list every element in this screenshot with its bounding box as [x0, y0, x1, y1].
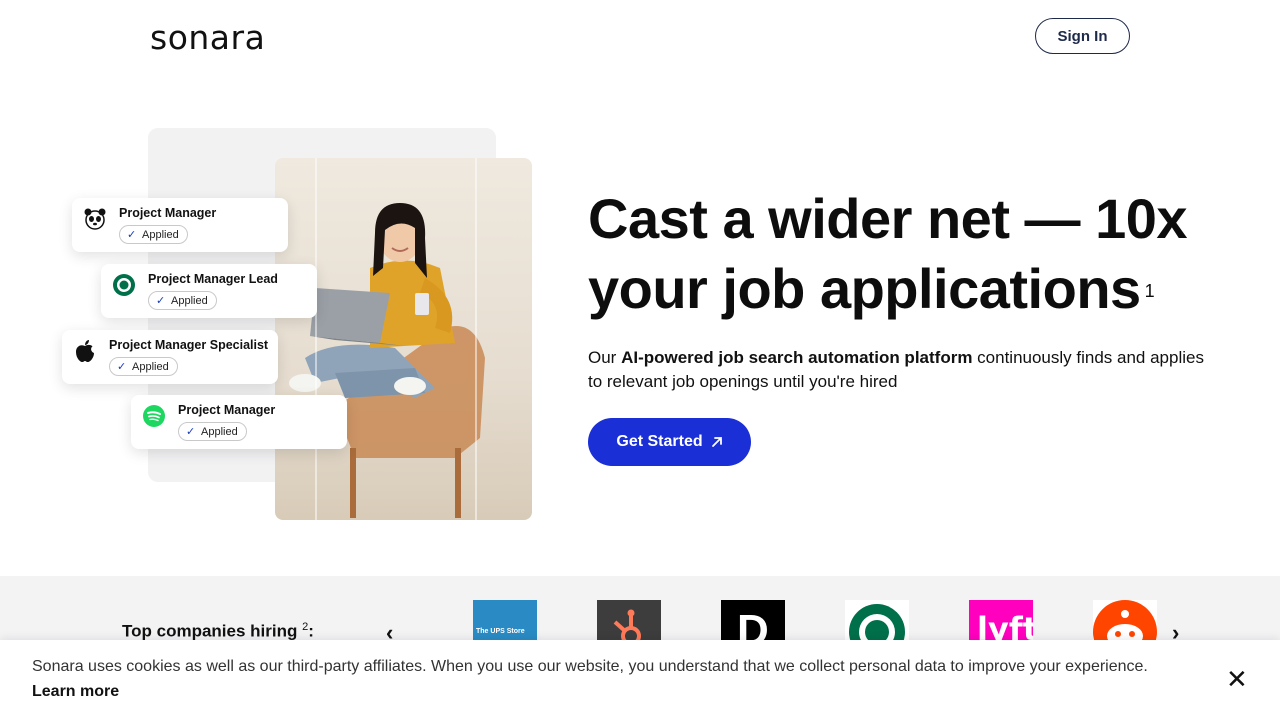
apple-icon [72, 338, 98, 364]
footnote-marker: 1 [1144, 281, 1155, 301]
hero-headline: Cast a wider net — 10x your job applicat… [588, 187, 1188, 320]
cookie-message: Sonara uses cookies as well as our third… [32, 658, 1148, 675]
applied-badge: ✓ Applied [109, 357, 178, 376]
check-icon: ✓ [156, 295, 166, 307]
hero-photo [275, 158, 532, 520]
arrow-up-right-icon [711, 437, 722, 447]
applied-badge: ✓ Applied [148, 291, 217, 310]
close-icon[interactable]: ✕ [1226, 664, 1248, 694]
panda-icon [82, 206, 108, 232]
check-icon: ✓ [117, 361, 127, 373]
application-card: Project Manager Lead ✓ Applied [101, 264, 317, 318]
starbucks-icon [111, 272, 137, 298]
application-card: Project Manager Specialist ✓ Applied [62, 330, 278, 384]
check-icon: ✓ [186, 426, 196, 438]
learn-more-link[interactable]: Learn more [32, 683, 119, 701]
applied-badge: ✓ Applied [178, 422, 247, 441]
hero-subtext: Our AI-powered job search automation pla… [588, 348, 1204, 391]
spotify-icon [141, 403, 167, 429]
sonara-logo[interactable]: sonara [150, 18, 265, 57]
job-title: Project Manager Lead [148, 272, 278, 286]
companies-label: Top companies hiring 2: [122, 621, 314, 641]
check-icon: ✓ [127, 229, 137, 241]
job-title: Project Manager Specialist [109, 338, 269, 352]
job-title: Project Manager [178, 403, 276, 417]
application-card: Project Manager ✓ Applied [131, 395, 347, 449]
applied-badge: ✓ Applied [119, 225, 188, 244]
woman-with-laptop-illustration [289, 203, 485, 518]
sign-in-button[interactable]: Sign In [1035, 18, 1130, 54]
job-title: Project Manager [119, 206, 217, 220]
get-started-button[interactable]: Get Started [588, 418, 751, 466]
cookie-banner [0, 640, 1280, 720]
application-card: Project Manager ✓ Applied [72, 198, 288, 252]
